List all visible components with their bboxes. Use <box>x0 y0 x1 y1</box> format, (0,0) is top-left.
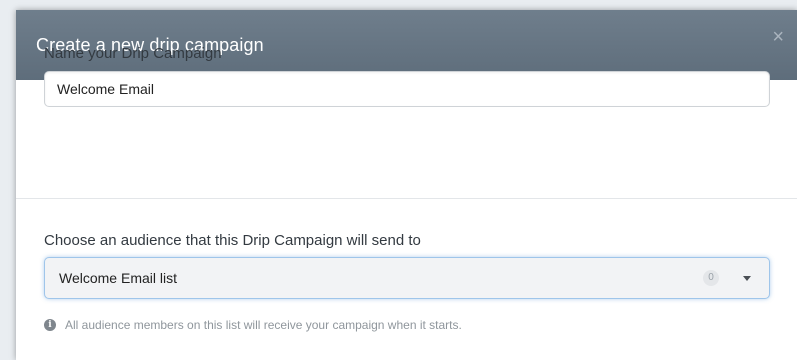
campaign-name-input[interactable]: Welcome Email <box>44 71 770 107</box>
member-count-badge: 0 <box>703 270 719 286</box>
close-icon[interactable]: × <box>772 27 784 47</box>
chevron-down-icon <box>743 276 751 281</box>
campaign-name-label: Name your Drip Campaign <box>44 45 222 62</box>
audience-help-text: All audience members on this list will r… <box>65 318 462 332</box>
audience-select-value: Welcome Email list <box>59 270 177 286</box>
create-drip-campaign-modal: Create a new drip campaign × Name your D… <box>16 10 797 360</box>
audience-label: Choose an audience that this Drip Campai… <box>44 232 421 249</box>
audience-help: i All audience members on this list will… <box>44 318 462 332</box>
info-icon: i <box>44 319 56 331</box>
audience-select[interactable]: Welcome Email list 0 <box>44 257 770 299</box>
